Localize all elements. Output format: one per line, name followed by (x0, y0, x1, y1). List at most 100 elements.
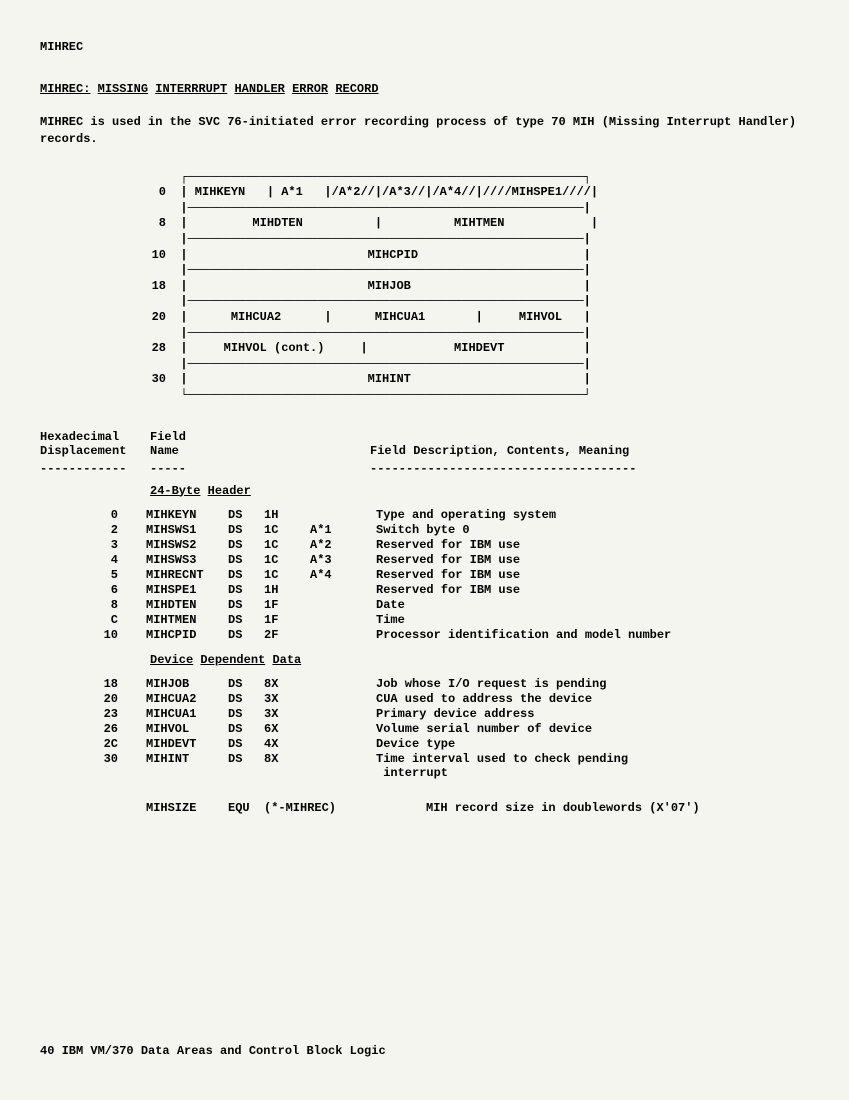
table-cell: 23 (40, 707, 146, 722)
layout-diagram: ┌───────────────────────────────────────… (130, 170, 809, 404)
table-cell: DS (228, 692, 264, 707)
table-cell: 18 (40, 677, 146, 692)
table-cell: Reserved for IBM use (376, 553, 677, 568)
table-cell (310, 737, 376, 752)
table-row: 2MIHSWS1DS1CA*1Switch byte 0 (40, 523, 677, 538)
section-title-word: ERROR (292, 82, 328, 96)
table-cell: 0 (40, 508, 146, 523)
table-cell: Reserved for IBM use (376, 538, 677, 553)
table-cell: MIHSWS1 (146, 523, 228, 538)
table-cell: MIHSPE1 (146, 583, 228, 598)
table-cell (310, 692, 376, 707)
table-row: CMIHTMENDS1FTime (40, 613, 677, 628)
table-cell: MIHINT (146, 752, 228, 781)
table-row: 4MIHSWS3DS1CA*3Reserved for IBM use (40, 553, 677, 568)
table-cell: Reserved for IBM use (376, 583, 677, 598)
table-cell: A*4 (310, 568, 376, 583)
table-cell: 8X (264, 752, 310, 781)
section-title-word: HANDLER (234, 82, 284, 96)
table-cell: MIHKEYN (146, 508, 228, 523)
table-cell: EQU (228, 801, 264, 816)
subsection-word: Data (272, 653, 301, 667)
table-cell: MIHCUA1 (146, 707, 228, 722)
table-cell: 5 (40, 568, 146, 583)
table-cell: Volume serial number of device (376, 722, 634, 737)
table-cell: (*-MIHREC) (264, 801, 360, 816)
table-cell: MIHSWS2 (146, 538, 228, 553)
table-row: 5MIHRECNTDS1CA*4Reserved for IBM use (40, 568, 677, 583)
subsection-word: Header (208, 484, 251, 498)
table-row: 2CMIHDEVTDS4XDevice type (40, 737, 634, 752)
table-cell: CUA used to address the device (376, 692, 634, 707)
column-dashes: ------------ ----- ---------------------… (40, 462, 809, 476)
page-footer: 40 IBM VM/370 Data Areas and Control Blo… (40, 1044, 386, 1058)
page-header: MIHREC (40, 40, 809, 54)
subsection-word: 24-Byte (150, 484, 200, 498)
table-cell (40, 801, 146, 816)
table-cell: MIHRECNT (146, 568, 228, 583)
subsection-word: Dependent (200, 653, 265, 667)
table-cell: 26 (40, 722, 146, 737)
table-row: 8MIHDTENDS1FDate (40, 598, 677, 613)
table-cell: MIHVOL (146, 722, 228, 737)
table-cell (310, 583, 376, 598)
table-cell: A*3 (310, 553, 376, 568)
table-cell: 6X (264, 722, 310, 737)
table-cell: DS (228, 628, 264, 643)
table-cell: 1C (264, 523, 310, 538)
subsection-word: Device (150, 653, 193, 667)
subsection-header-24byte: 24-Byte Header (150, 484, 809, 498)
subsection-header-device: Device Dependent Data (150, 653, 809, 667)
table-cell: DS (228, 752, 264, 781)
table-cell (310, 613, 376, 628)
table-cell: MIHJOB (146, 677, 228, 692)
table-cell: 1F (264, 613, 310, 628)
table-cell: 2 (40, 523, 146, 538)
table-cell: 2F (264, 628, 310, 643)
table-row: 30MIHINTDS8X Time interval used to check … (40, 752, 634, 781)
col-header-displacement: Displacement (40, 444, 150, 458)
table-cell: 20 (40, 692, 146, 707)
table-cell: MIHCUA2 (146, 692, 228, 707)
table-cell: Device type (376, 737, 634, 752)
table-cell: C (40, 613, 146, 628)
table-cell: 10 (40, 628, 146, 643)
table-cell: 8X (264, 677, 310, 692)
section-title-word: INTERRRUPT (155, 82, 227, 96)
table-cell (310, 752, 376, 781)
table-cell: Reserved for IBM use (376, 568, 677, 583)
section-title-label: MIHREC: (40, 82, 90, 96)
table-row: 6MIHSPE1DS1HReserved for IBM use (40, 583, 677, 598)
section-title-word: MISSING (98, 82, 148, 96)
table-cell: DS (228, 568, 264, 583)
table-cell: 1C (264, 538, 310, 553)
table-cell: 30 (40, 752, 146, 781)
section-title-word: RECORD (335, 82, 378, 96)
dash-3: ------------------------------------- (370, 462, 636, 476)
table-cell: DS (228, 677, 264, 692)
table-cell: 1C (264, 553, 310, 568)
table-cell: 1H (264, 508, 310, 523)
table-cell: DS (228, 523, 264, 538)
table-row: 3MIHSWS2DS1CA*2Reserved for IBM use (40, 538, 677, 553)
table-cell: MIHSWS3 (146, 553, 228, 568)
table-cell: 1H (264, 583, 310, 598)
table-cell: MIH record size in doublewords (X'07') (426, 801, 706, 816)
fields-table-3: MIHSIZEEQU(*-MIHREC)MIH record size in d… (40, 801, 706, 816)
table-cell: 1C (264, 568, 310, 583)
table-cell: DS (228, 583, 264, 598)
table-cell: Time interval used to check pending inte… (376, 752, 634, 781)
table-cell: DS (228, 538, 264, 553)
table-cell (310, 677, 376, 692)
fields-table-1: 0MIHKEYNDS1HType and operating system2MI… (40, 508, 677, 643)
table-row: 20MIHCUA2DS3X CUA used to address the dev… (40, 692, 634, 707)
table-cell: 2C (40, 737, 146, 752)
table-cell: 3X (264, 692, 310, 707)
table-cell: 3 (40, 538, 146, 553)
col-header-name: Name (150, 444, 370, 458)
table-cell: 1F (264, 598, 310, 613)
table-cell: Date (376, 598, 677, 613)
table-row: 18MIHJOBDS8XJob whose I/O request is pen… (40, 677, 634, 692)
table-cell (360, 801, 426, 816)
table-cell (310, 598, 376, 613)
